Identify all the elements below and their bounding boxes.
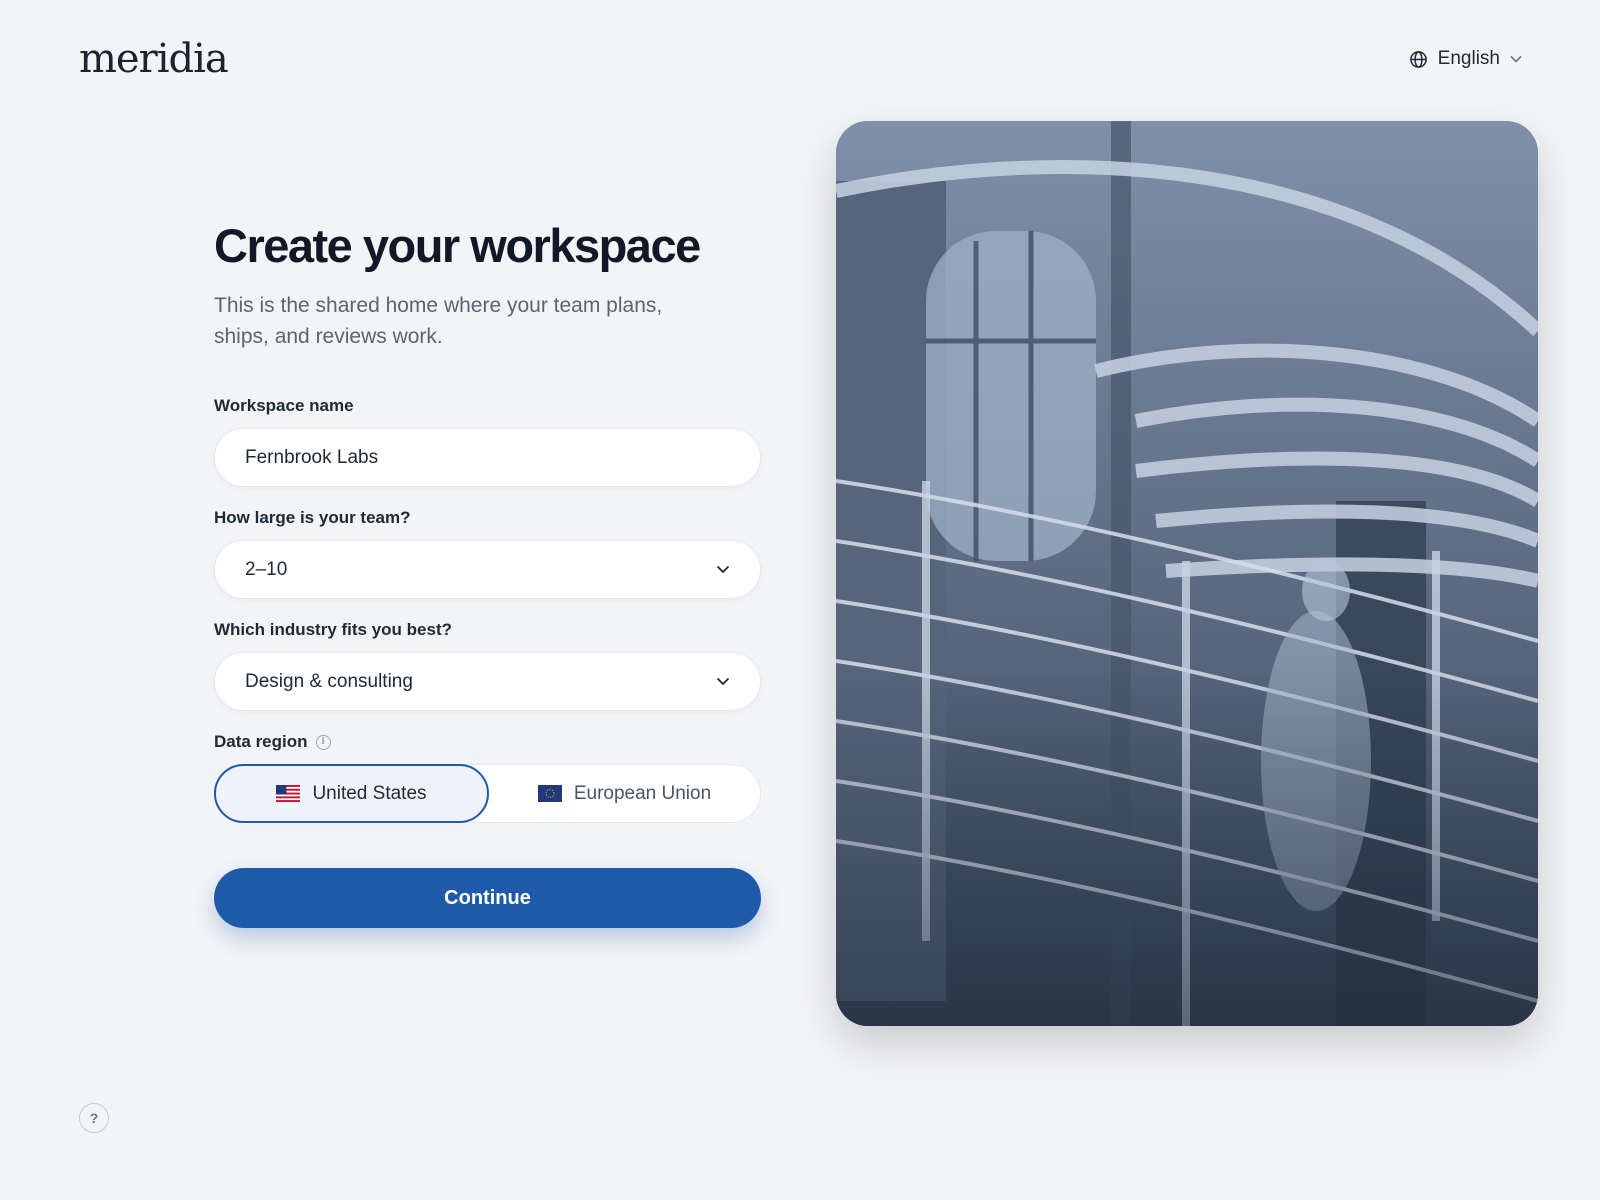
workspace-form: Create your workspace This is the shared… [214, 218, 761, 928]
workspace-name-label: Workspace name [214, 396, 354, 415]
team-size-select[interactable]: 2–10 [214, 540, 761, 599]
chevron-down-icon [716, 677, 730, 686]
help-button[interactable]: ? [79, 1103, 109, 1133]
team-size-value: 2–10 [245, 558, 288, 580]
data-region-label: Data region i [214, 732, 761, 752]
workspace-name-value: Fernbrook Labs [245, 446, 379, 468]
eu-flag-icon [537, 785, 562, 802]
chevron-down-icon [1510, 55, 1522, 63]
page-title: Create your workspace [214, 219, 701, 272]
globe-icon [1409, 50, 1428, 69]
region-option-eu-label: European Union [573, 782, 712, 804]
page-subtitle: This is the shared home where your team … [214, 294, 663, 348]
industry-label: Which industry fits you best? [214, 620, 453, 639]
workspace-name-group: Workspace name Fernbrook Labs [214, 396, 761, 487]
hero-image [836, 121, 1538, 1026]
region-option-us-label: United States [312, 782, 427, 804]
chevron-down-icon [716, 565, 730, 574]
language-label: English [1437, 48, 1500, 69]
region-option-us[interactable]: United States [214, 764, 489, 823]
workspace-name-input[interactable]: Fernbrook Labs [214, 428, 761, 487]
region-option-eu[interactable]: European Union [489, 765, 760, 822]
team-size-group: How large is your team? 2–10 [214, 508, 761, 599]
industry-value: Design & consulting [245, 670, 413, 692]
industry-select[interactable]: Design & consulting [214, 652, 761, 711]
brand-logo: meridia [79, 36, 229, 82]
continue-button[interactable]: Continue [214, 868, 761, 928]
us-flag-icon [276, 785, 301, 802]
info-icon[interactable]: i [315, 734, 331, 750]
data-region-group: Data region i United States European Uni… [214, 732, 761, 823]
industry-group: Which industry fits you best? Design & c… [214, 620, 761, 711]
language-selector[interactable]: English [1409, 48, 1522, 70]
team-size-label: How large is your team? [214, 508, 411, 527]
data-region-toggle: United States European Union [214, 764, 761, 823]
